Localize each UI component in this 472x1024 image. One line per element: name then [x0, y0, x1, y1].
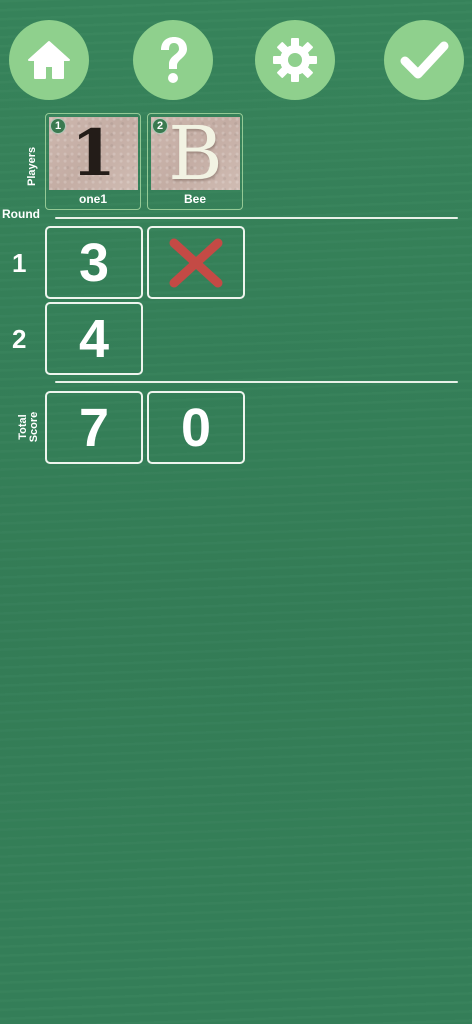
gear-icon [273, 38, 317, 82]
round-label: Round [2, 207, 40, 221]
total-score-label: Total Score [17, 407, 40, 447]
total-label-line2: Score [28, 411, 40, 443]
avatar-glyph: B [168, 117, 223, 190]
round-number: 1 [12, 248, 27, 278]
score-cell-crossed[interactable] [147, 226, 245, 299]
divider [55, 381, 458, 383]
player-name: one1 [78, 192, 107, 206]
player-number-badge: 1 [50, 118, 66, 134]
total-score-cell: 7 [45, 391, 143, 464]
player-card-bee[interactable]: B 2 Bee [147, 113, 243, 210]
divider [55, 217, 458, 219]
question-mark-icon [161, 37, 187, 83]
x-mark-icon [169, 238, 223, 287]
player-card-one1[interactable]: 1 1 one1 [45, 113, 141, 210]
help-button[interactable] [133, 20, 213, 100]
avatar-glyph: 1 [71, 117, 116, 190]
player-name: Bee [183, 192, 206, 206]
home-icon [28, 41, 70, 79]
home-button[interactable] [9, 20, 89, 100]
score-cell[interactable]: 3 [45, 226, 143, 299]
total-score-cell: 0 [147, 391, 245, 464]
player-number-badge: 2 [152, 118, 168, 134]
score-cell[interactable]: 4 [45, 302, 143, 375]
round-number: 2 [12, 324, 27, 354]
settings-button[interactable] [255, 20, 335, 100]
confirm-button[interactable] [384, 20, 464, 100]
checkmark-icon [400, 41, 449, 79]
